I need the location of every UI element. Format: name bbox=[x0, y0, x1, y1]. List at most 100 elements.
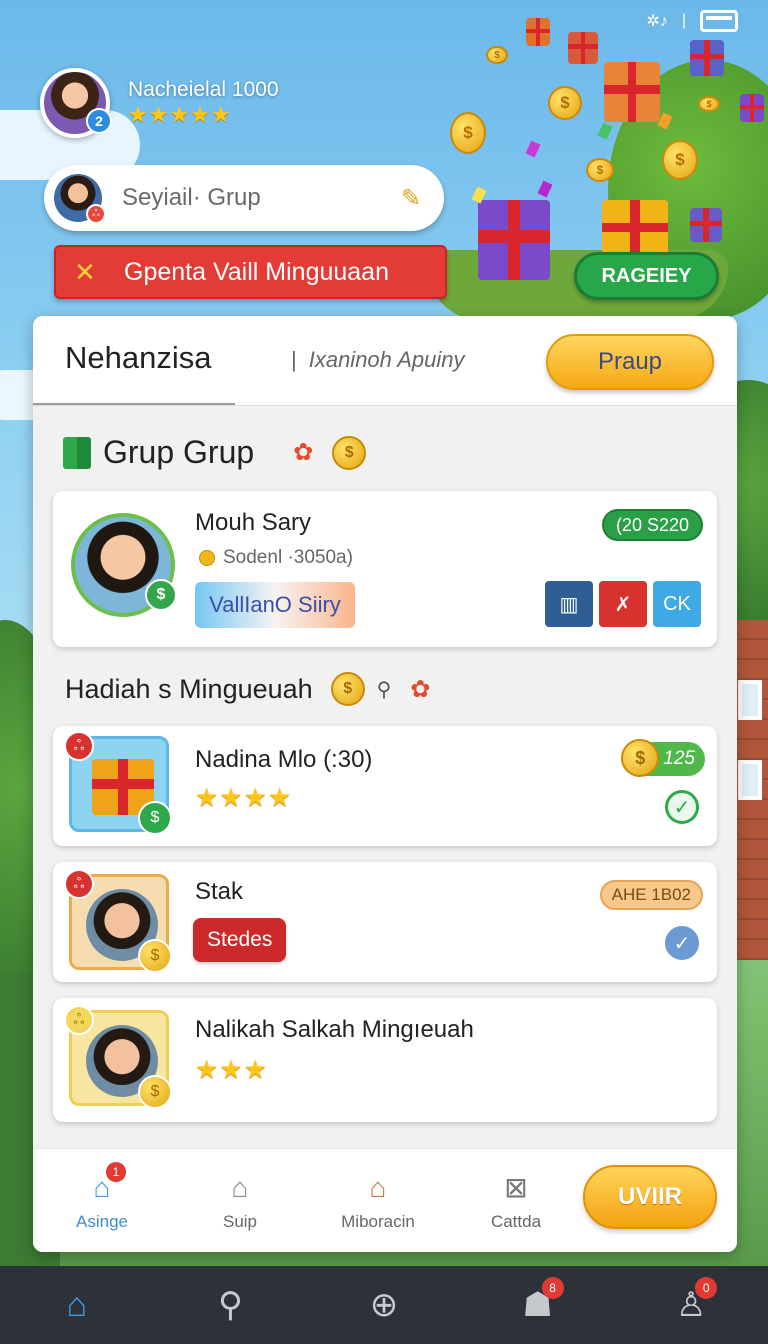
close-icon[interactable]: ✕ bbox=[74, 257, 104, 288]
coin-icon: $ bbox=[332, 435, 367, 470]
gift-icon bbox=[478, 200, 550, 280]
profile-name: Nacheielal 1000 bbox=[128, 78, 279, 101]
notification-badge: ஃ bbox=[64, 1005, 94, 1035]
gift-icon bbox=[690, 208, 722, 242]
profile-info: Nacheielal 1000 ★★★★★ bbox=[128, 78, 279, 128]
notification-badge: ஃ bbox=[64, 869, 94, 899]
search-icon[interactable]: ⚲ bbox=[202, 1277, 258, 1333]
stedes-button[interactable]: Stedes bbox=[193, 918, 287, 962]
notification-badge: 8 bbox=[541, 1277, 564, 1299]
panel-header: Nehanzisa Ixaninoh Apuiny Praup bbox=[33, 316, 737, 406]
nav-label: Miboracin bbox=[341, 1211, 415, 1231]
group-card-subtitle: Sodenl ·3050a) bbox=[199, 547, 353, 569]
coin-icon: $ bbox=[548, 86, 582, 120]
nav-label: Suip bbox=[222, 1211, 258, 1231]
house-window bbox=[738, 680, 762, 720]
avatar: ஃ bbox=[54, 174, 106, 224]
system-nav-bar: ⌂ ⚲ ⊕ ☗ 8 ♙ 0 bbox=[0, 1266, 768, 1344]
home-icon[interactable]: ⌂ bbox=[49, 1277, 105, 1333]
nav-item-suip[interactable]: ⌂ Suip bbox=[171, 1170, 309, 1232]
group-name-field[interactable]: ஃ Seyiail· Grup ✎ bbox=[44, 165, 444, 231]
ck-button[interactable]: CK bbox=[653, 581, 701, 627]
section-title-rewards: Hadiah s Mingueuah $ ⚲ ✿ bbox=[65, 672, 437, 706]
section-title-text: Hadiah s Mingueuah bbox=[65, 673, 313, 704]
reward-card[interactable]: ஃ $ Stak Stedes AHE 1B02 ✓ bbox=[53, 862, 717, 982]
house-icon: ⌂ bbox=[231, 1171, 249, 1203]
tab-ixaninoh[interactable]: Ixaninoh Apuiny bbox=[291, 347, 465, 373]
reward-thumbnail: ஃ $ bbox=[64, 731, 172, 835]
group-card-name: Mouh Sary bbox=[195, 509, 312, 536]
coin-icon: $ bbox=[698, 96, 720, 112]
profile-stars: ★★★★★ bbox=[128, 102, 232, 127]
coin-icon: $ bbox=[486, 46, 508, 64]
nav-item-cattda[interactable]: ⊠ Cattda bbox=[447, 1170, 585, 1232]
confetti bbox=[525, 140, 541, 158]
people-icon[interactable]: ☗ 8 bbox=[510, 1277, 566, 1333]
knot-icon: ✿ bbox=[410, 675, 431, 703]
reward-title: Nadina Mlo (:30) bbox=[195, 746, 373, 773]
knot-icon: ✿ bbox=[293, 439, 314, 466]
reward-card[interactable]: ஃ $ Nadina Mlo (:30) ★★★★ $ 125 ✓ bbox=[53, 726, 717, 846]
nav-label: Cattda bbox=[490, 1211, 542, 1231]
avatar[interactable]: 2 bbox=[40, 68, 112, 138]
group-field-text[interactable]: Seyiail· Grup bbox=[122, 184, 394, 212]
battery-icon bbox=[700, 10, 738, 32]
coin-value: 125 bbox=[663, 748, 695, 769]
divider: | bbox=[681, 12, 686, 29]
section-title-group: Grup Grup ✿ $ bbox=[63, 434, 367, 471]
reward-card[interactable]: ஃ $ Nalikah Salkah Mingıeuah ★★★ bbox=[53, 998, 717, 1122]
coin-value-pill: $ 125 bbox=[621, 739, 705, 777]
main-panel: Nehanzisa Ixaninoh Apuiny Praup Grup Gru… bbox=[33, 316, 737, 1252]
confetti bbox=[537, 180, 553, 198]
gift-icon bbox=[604, 62, 660, 122]
house-window bbox=[738, 760, 762, 800]
group-value-pill: (20 S220 bbox=[601, 509, 703, 541]
praup-button[interactable]: Praup bbox=[546, 334, 714, 390]
gift-icon bbox=[602, 200, 668, 260]
rageiey-button[interactable]: RAGEIEY bbox=[574, 252, 719, 300]
home-icon: ⌂ 1 bbox=[82, 1161, 126, 1206]
add-icon[interactable]: ⊕ bbox=[356, 1277, 412, 1333]
cube-icon bbox=[63, 436, 91, 469]
nav-item-miboracin[interactable]: ⌂ Miboracin bbox=[309, 1170, 447, 1232]
pencil-icon[interactable]: ✎ bbox=[394, 181, 428, 215]
group-card-sub-text: Sodenl ·3050a) bbox=[223, 547, 353, 568]
picture-icon: ⊠ bbox=[504, 1172, 528, 1203]
tab-nehanzisa[interactable]: Nehanzisa bbox=[65, 340, 211, 376]
dollar-icon: $ bbox=[145, 579, 177, 611]
group-card[interactable]: $ Mouh Sary Sodenl ·3050a) VallIanO Siir… bbox=[53, 491, 717, 647]
confetti bbox=[597, 122, 613, 140]
profile-icon[interactable]: ♙ 0 bbox=[663, 1277, 719, 1333]
reward-stars: ★★★★ bbox=[195, 782, 293, 812]
alert-banner-text: Gpenta Vaill Minguuaan bbox=[124, 257, 389, 286]
notification-badge: 0 bbox=[695, 1277, 718, 1299]
coin-icon: $ bbox=[621, 739, 660, 777]
nav-label: Asinge bbox=[76, 1211, 128, 1231]
divider bbox=[33, 405, 737, 406]
user-profile[interactable]: 2 Nacheielal 1000 ★★★★★ bbox=[40, 68, 279, 138]
pin-icon: ⚲ bbox=[376, 678, 392, 701]
gift-icon bbox=[526, 18, 550, 46]
level-badge: 2 bbox=[86, 108, 112, 134]
avatar-badge: ஃ bbox=[86, 204, 106, 224]
signal-icon: ✲♪ bbox=[646, 13, 668, 30]
group-tag-chip[interactable]: VallIanO Siiry bbox=[195, 582, 355, 628]
tools-button[interactable]: ✗ bbox=[599, 581, 647, 627]
coin-icon: $ bbox=[138, 1075, 172, 1109]
shop-icon: ⌂ bbox=[369, 1171, 387, 1203]
uviir-button[interactable]: UVIIR bbox=[583, 1165, 717, 1229]
coin-icon: $ bbox=[138, 939, 172, 973]
coin-dot-icon bbox=[199, 550, 215, 566]
coin-icon: $ bbox=[330, 672, 365, 706]
nav-item-asinge[interactable]: ⌂ 1 Asinge bbox=[33, 1161, 171, 1232]
check-icon[interactable]: ✓ bbox=[665, 790, 699, 824]
alert-banner[interactable]: ✕ Gpenta Vaill Minguuaan bbox=[54, 245, 447, 299]
building-button[interactable]: ▥ bbox=[545, 581, 593, 627]
check-icon[interactable]: ✓ bbox=[665, 926, 699, 960]
reward-thumbnail: ஃ $ bbox=[64, 1005, 172, 1109]
status-bar: ✲♪ | bbox=[646, 10, 738, 32]
coin-icon: $ bbox=[586, 158, 614, 182]
notification-badge: ஃ bbox=[64, 731, 94, 761]
group-action-buttons: ▥ ✗ CK bbox=[545, 581, 701, 627]
app-bottom-nav: ⌂ 1 Asinge ⌂ Suip ⌂ Miboracin ⊠ Cattda U… bbox=[33, 1148, 737, 1252]
